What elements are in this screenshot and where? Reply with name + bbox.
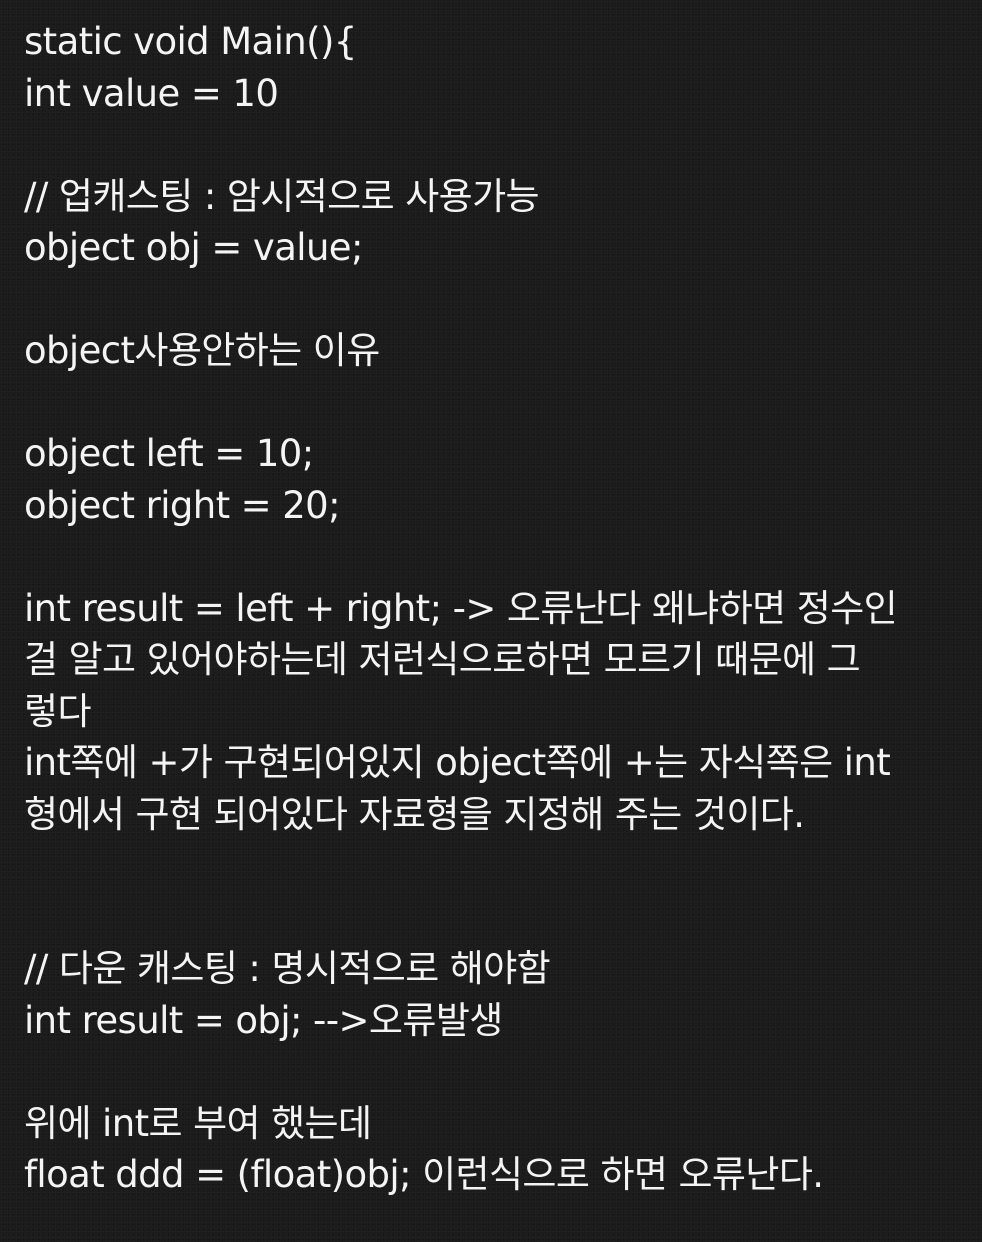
note-line	[24, 840, 964, 892]
note-line: 형에서 구현 되어있다 자료형을 지정해 주는 것이다.	[24, 792, 805, 836]
note-line: object사용안하는 이유	[24, 329, 380, 372]
note-line	[24, 1046, 964, 1098]
note-line	[24, 531, 964, 583]
note-line: 위에 int로 부여 했는데	[24, 1101, 372, 1145]
note-line: 렇다	[24, 689, 91, 733]
note-line: 걸 알고 있어야하는데 저런식으로하면 모르기 때문에 그	[24, 638, 861, 681]
note-body[interactable]: static void Main(){ int value = 10 // 업캐…	[24, 16, 964, 1201]
note-line: int result = left + right; -> 오류난다 왜냐하면 …	[24, 586, 898, 630]
note-line: float ddd = (float)obj; 이런식으로 하면 오류난다.	[24, 1153, 824, 1196]
note-line	[24, 274, 964, 326]
note-line	[24, 119, 964, 171]
note-line: int쪽에 +가 구현되어있지 object쪽에 +는 자식쪽은 int	[24, 741, 891, 784]
note-line: // 업캐스팅 : 암시적으로 사용가능	[24, 174, 540, 218]
note-line	[24, 892, 964, 944]
note-line: object obj = value;	[24, 226, 363, 269]
note-line: static void Main(){	[24, 20, 357, 63]
note-line	[24, 377, 964, 429]
note-line: int result = obj; -->오류발생	[24, 998, 503, 1042]
note-line: int value = 10	[24, 71, 279, 115]
note-line: object left = 10;	[24, 432, 314, 475]
note-line: // 다운 캐스팅 : 명시적으로 해야함	[24, 947, 551, 990]
note-line: object right = 20;	[24, 483, 341, 527]
